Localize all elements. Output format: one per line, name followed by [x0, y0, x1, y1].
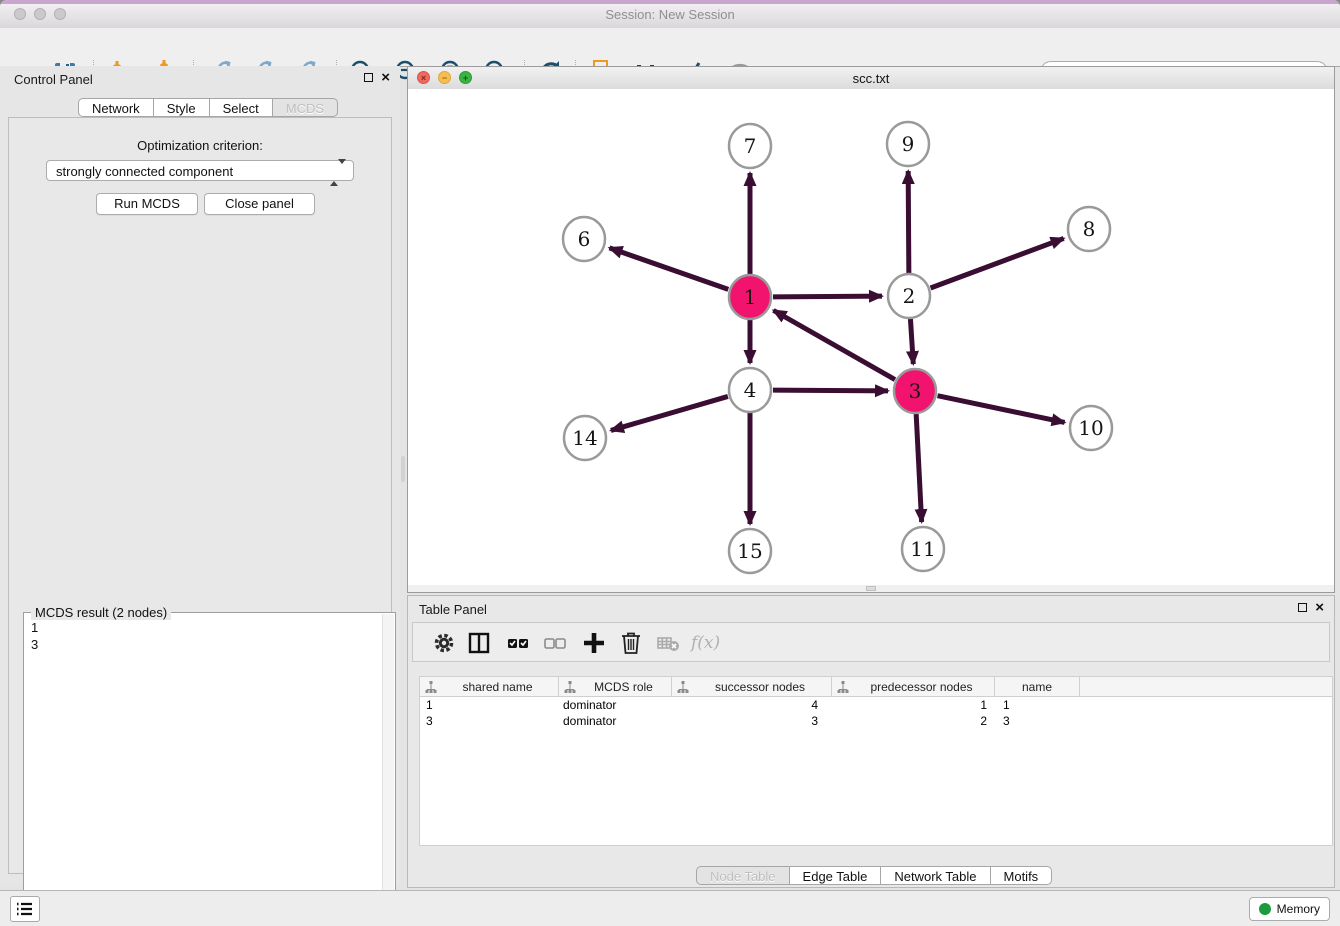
graph-edge-1-2[interactable] [773, 296, 882, 297]
control-panel: Control Panel × Network Style Select MCD… [0, 66, 400, 884]
graph-edge-3-10[interactable] [938, 396, 1065, 423]
column-header-name[interactable]: name [995, 677, 1080, 696]
mcds-result-group: MCDS result (2 nodes) 1 3 [23, 612, 396, 926]
table-panel: Table Panel × [407, 595, 1335, 888]
tab-motifs[interactable]: Motifs [991, 866, 1053, 885]
application-window: Session: New Session [0, 0, 1340, 926]
graph-node-label: 1 [744, 285, 757, 309]
table-panel-title: Table Panel [419, 602, 487, 617]
table-row[interactable]: 3 dominator 3 2 3 [420, 713, 1332, 729]
graph-edge-3-1[interactable] [773, 310, 895, 379]
graph-edge-4-3[interactable] [773, 390, 888, 391]
graph-edge-2-9[interactable] [908, 171, 909, 273]
select-all-icon[interactable] [505, 630, 531, 656]
tab-network[interactable]: Network [78, 98, 154, 117]
control-panel-title: Control Panel [14, 72, 93, 87]
delete-table-icon [655, 630, 681, 656]
result-line: 1 [31, 619, 38, 636]
graph-edge-3-11[interactable] [916, 414, 921, 522]
shared-column-icon [425, 681, 437, 693]
mcds-result-title: MCDS result (2 nodes) [31, 605, 171, 620]
graph-edge-2-3[interactable] [910, 319, 913, 364]
graph-node-label: 2 [903, 284, 916, 308]
graph-node-label: 9 [902, 132, 915, 156]
main-toolbar [0, 28, 1340, 67]
graph-node-label: 6 [578, 227, 591, 251]
graph-node-label: 3 [909, 379, 922, 403]
network-canvas[interactable]: 1 2 3 4 6 7 8 9 10 11 14 15 [408, 89, 1334, 585]
table-toolbar: f(x) [412, 622, 1330, 662]
task-list-icon [11, 897, 39, 921]
shared-column-icon [837, 681, 849, 693]
network-view-window: × − + scc.txt 1 2 3 4 6 7 8 9 10 11 14 15 [407, 66, 1335, 593]
tab-edge-table[interactable]: Edge Table [790, 866, 882, 885]
network-window-titlebar[interactable]: × − + scc.txt [408, 67, 1334, 90]
deselect-all-icon[interactable] [542, 630, 568, 656]
graph-node-label: 4 [744, 378, 757, 402]
result-line: 3 [31, 636, 38, 653]
table-header-row: shared name MCDS role successor nodes pr… [420, 677, 1332, 697]
table-panel-tabs: Node Table Edge Table Network Table Moti… [696, 866, 1052, 885]
tab-mcds[interactable]: MCDS [273, 98, 338, 117]
select-value: strongly connected component [56, 164, 233, 179]
memory-status-icon [1259, 903, 1271, 915]
shared-column-icon [677, 681, 689, 693]
shared-column-icon [564, 681, 576, 693]
close-panel-button[interactable]: Close panel [204, 193, 315, 215]
run-mcds-button[interactable]: Run MCDS [96, 193, 198, 215]
tab-node-table[interactable]: Node Table [696, 866, 790, 885]
close-table-panel-icon[interactable]: × [1315, 602, 1324, 613]
graph-node-label: 14 [572, 426, 597, 450]
tab-select[interactable]: Select [210, 98, 273, 117]
memory-button[interactable]: Memory [1249, 897, 1330, 921]
column-header-successor-nodes[interactable]: successor nodes [672, 677, 832, 696]
add-column-icon[interactable] [581, 630, 607, 656]
graph-node-label: 15 [737, 539, 762, 563]
control-panel-tabs: Network Style Select MCDS [78, 98, 338, 117]
task-history-button[interactable] [10, 896, 40, 922]
window-top-strip [0, 0, 1340, 4]
tab-network-table[interactable]: Network Table [881, 866, 990, 885]
graph-node-label: 10 [1078, 416, 1103, 440]
graph-node-label: 7 [744, 134, 757, 158]
optimization-criterion-label: Optimization criterion: [9, 138, 391, 153]
toggle-column-view-icon[interactable] [466, 630, 492, 656]
network-graph[interactable]: 1 2 3 4 6 7 8 9 10 11 14 15 [408, 89, 1334, 585]
title-bar: Session: New Session [0, 0, 1340, 29]
result-scrollbar[interactable] [382, 614, 394, 926]
tab-style[interactable]: Style [154, 98, 210, 117]
delete-column-icon[interactable] [618, 630, 644, 656]
mcds-tab-content: Optimization criterion: strongly connect… [8, 117, 392, 874]
app-title: Session: New Session [0, 7, 1340, 22]
graph-edge-1-6[interactable] [609, 248, 728, 290]
float-panel-icon[interactable] [364, 73, 373, 82]
memory-label: Memory [1277, 902, 1320, 916]
panel-splitter[interactable] [401, 456, 405, 482]
column-header-shared-name[interactable]: shared name [420, 677, 559, 696]
table-row[interactable]: 1 dominator 4 1 1 [420, 697, 1332, 713]
optimization-criterion-select[interactable]: strongly connected component [46, 160, 354, 181]
close-panel-icon[interactable]: × [381, 72, 390, 83]
mcds-result-text[interactable]: 1 3 [31, 619, 38, 653]
graph-node-label: 11 [910, 537, 935, 561]
network-window-title: scc.txt [408, 71, 1334, 86]
function-builder-icon: f(x) [691, 630, 731, 656]
node-table[interactable]: shared name MCDS role successor nodes pr… [419, 676, 1333, 846]
status-bar: Memory [0, 890, 1340, 926]
graph-node-label: 8 [1083, 217, 1096, 241]
graph-edge-2-8[interactable] [931, 238, 1064, 288]
resize-grip[interactable] [866, 586, 876, 591]
float-table-panel-icon[interactable] [1298, 603, 1307, 612]
settings-gear-icon[interactable] [431, 630, 457, 656]
column-header-mcds-role[interactable]: MCDS role [559, 677, 672, 696]
network-window-bottom-edge [408, 585, 1334, 592]
column-header-predecessor-nodes[interactable]: predecessor nodes [832, 677, 995, 696]
select-stepper-icon [330, 164, 346, 182]
graph-edge-4-14[interactable] [611, 396, 728, 430]
